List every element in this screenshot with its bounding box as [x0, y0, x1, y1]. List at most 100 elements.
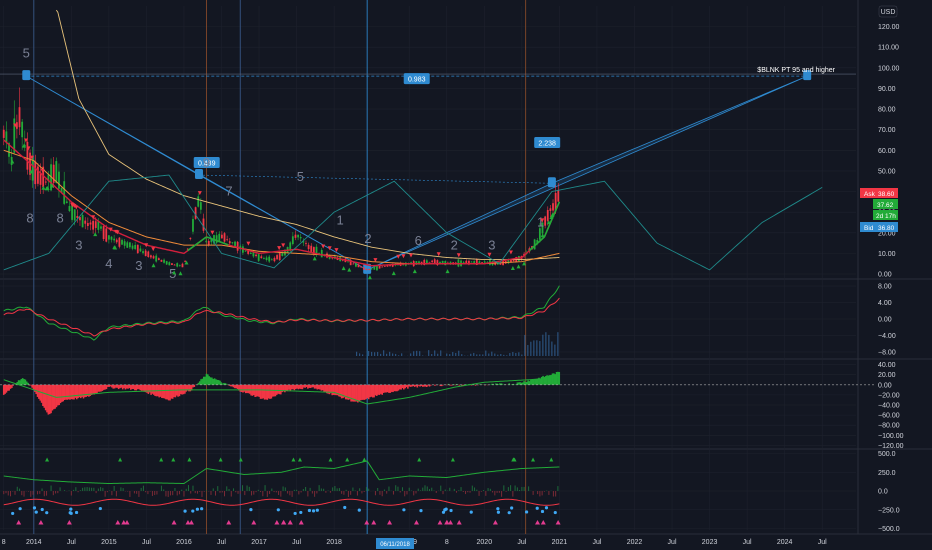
chart-canvas[interactable]: 0.4390.9832.23858 834 359512 6 2 317 0.0010.0… [0, 0, 932, 550]
candle-body [26, 141, 29, 170]
candle-body [197, 196, 200, 207]
x-tick-label: 2021 [552, 539, 568, 546]
momentum-dot [419, 509, 423, 513]
signal-triangle [535, 520, 541, 525]
pattern-point-badge [547, 177, 556, 188]
pattern-point-badge [22, 70, 31, 81]
momentum-dot [68, 511, 72, 515]
signal-triangle-up [450, 457, 455, 462]
candle-body [37, 166, 39, 184]
signal-triangle [364, 520, 370, 525]
signal-marker [74, 205, 79, 210]
histogram-bar [442, 384, 444, 386]
y-tick-label: −80.00 [878, 423, 900, 430]
candle-body [110, 236, 113, 240]
candle-body [252, 252, 255, 257]
wave-count-label: 6 [415, 233, 422, 248]
candle-body [165, 261, 168, 265]
candle-body [294, 234, 297, 238]
time-axis[interactable]: 82014Jul2015Jul2016Jul2017Jul20182019820… [2, 539, 827, 546]
candle-body [249, 252, 252, 254]
candle-body [73, 209, 76, 221]
oscillator-fast-line [3, 285, 560, 341]
candle-body [144, 250, 147, 257]
histogram-bar [454, 384, 456, 386]
candle-body [223, 233, 226, 242]
target-annotation[interactable]: $BLNK PT 95 and higher [757, 67, 835, 74]
candle-body [268, 256, 271, 262]
candle-body [44, 181, 47, 183]
candle-body [483, 261, 486, 263]
momentum-dot [45, 511, 49, 515]
lower-band-line [3, 498, 560, 506]
x-tick-label: Jul [292, 539, 301, 546]
candle-body [202, 218, 205, 231]
bid-tag: Bid 36.80 [860, 222, 898, 232]
candle-body [244, 250, 247, 252]
crosshair-date-text: 06/11/2018 [380, 542, 410, 548]
wave-count-label: 5 [297, 169, 304, 184]
momentum-dot [40, 507, 44, 512]
candle-body [265, 257, 268, 261]
y-tick-label: 0.00 [878, 317, 892, 324]
x-tick-label: 8 [2, 539, 6, 546]
candle-body [84, 220, 87, 224]
signal-marker [151, 247, 156, 252]
oscillator-pane-2[interactable] [0, 371, 876, 415]
ratio-label: 0.983 [408, 77, 426, 84]
signal-marker [312, 256, 317, 261]
momentum-dot [249, 508, 253, 512]
candle-body [431, 260, 434, 263]
candle-body [260, 256, 263, 259]
x-tick-label: 2022 [627, 539, 643, 546]
signal-marker [487, 252, 492, 257]
candle-body [171, 263, 173, 265]
signal-triangle [298, 520, 304, 525]
candle-body [94, 221, 97, 228]
signal-triangle [555, 520, 561, 525]
signal-triangle-up [549, 457, 554, 462]
signal-marker [367, 275, 372, 280]
candle-body [68, 206, 71, 212]
momentum-dot [293, 511, 297, 516]
signal-marker [281, 243, 286, 248]
price-pane[interactable]: 0.4390.9832.23858 834 359512 6 2 317 [0, 9, 856, 281]
candle-body [538, 228, 541, 240]
signal-triangle [38, 520, 44, 525]
candle-body [92, 220, 95, 230]
signal-marker [341, 266, 346, 271]
wave-count-label: 5 [23, 46, 30, 61]
wave-count-label: 2 [364, 231, 371, 246]
signal-marker [516, 264, 521, 269]
signal-marker [456, 253, 461, 258]
y-tick-label: 20.00 [878, 372, 896, 379]
candle-body [15, 122, 18, 129]
oscillator-pane-1[interactable] [3, 285, 560, 356]
momentum-dot [343, 505, 347, 510]
candle-body [21, 121, 24, 138]
candle-body [549, 208, 552, 211]
signal-marker [277, 246, 282, 251]
y-tick-label: 10.00 [878, 251, 896, 258]
currency-badge[interactable]: USD [878, 5, 898, 18]
candle-body [134, 244, 137, 249]
signal-triangle [121, 520, 127, 525]
candle-body [226, 239, 229, 241]
signal-marker [151, 263, 156, 268]
candle-body [481, 262, 483, 264]
signal-triangle-up [345, 457, 350, 462]
signal-triangle [371, 520, 377, 525]
candle-body [139, 248, 142, 252]
signal-triangle [287, 520, 293, 525]
candle-body [365, 268, 368, 270]
candle-body [142, 251, 144, 254]
candle-body [34, 161, 37, 185]
candle-body [113, 238, 116, 241]
x-tick-label: Jul [668, 539, 677, 546]
signal-triangle-up [45, 457, 50, 462]
signal-triangle-up [297, 457, 302, 462]
y-tick-label: 500.0 [878, 451, 896, 458]
histogram-bar [558, 372, 561, 385]
y-tick-label: 80.00 [878, 107, 896, 114]
x-tick-label: Jul [592, 539, 601, 546]
